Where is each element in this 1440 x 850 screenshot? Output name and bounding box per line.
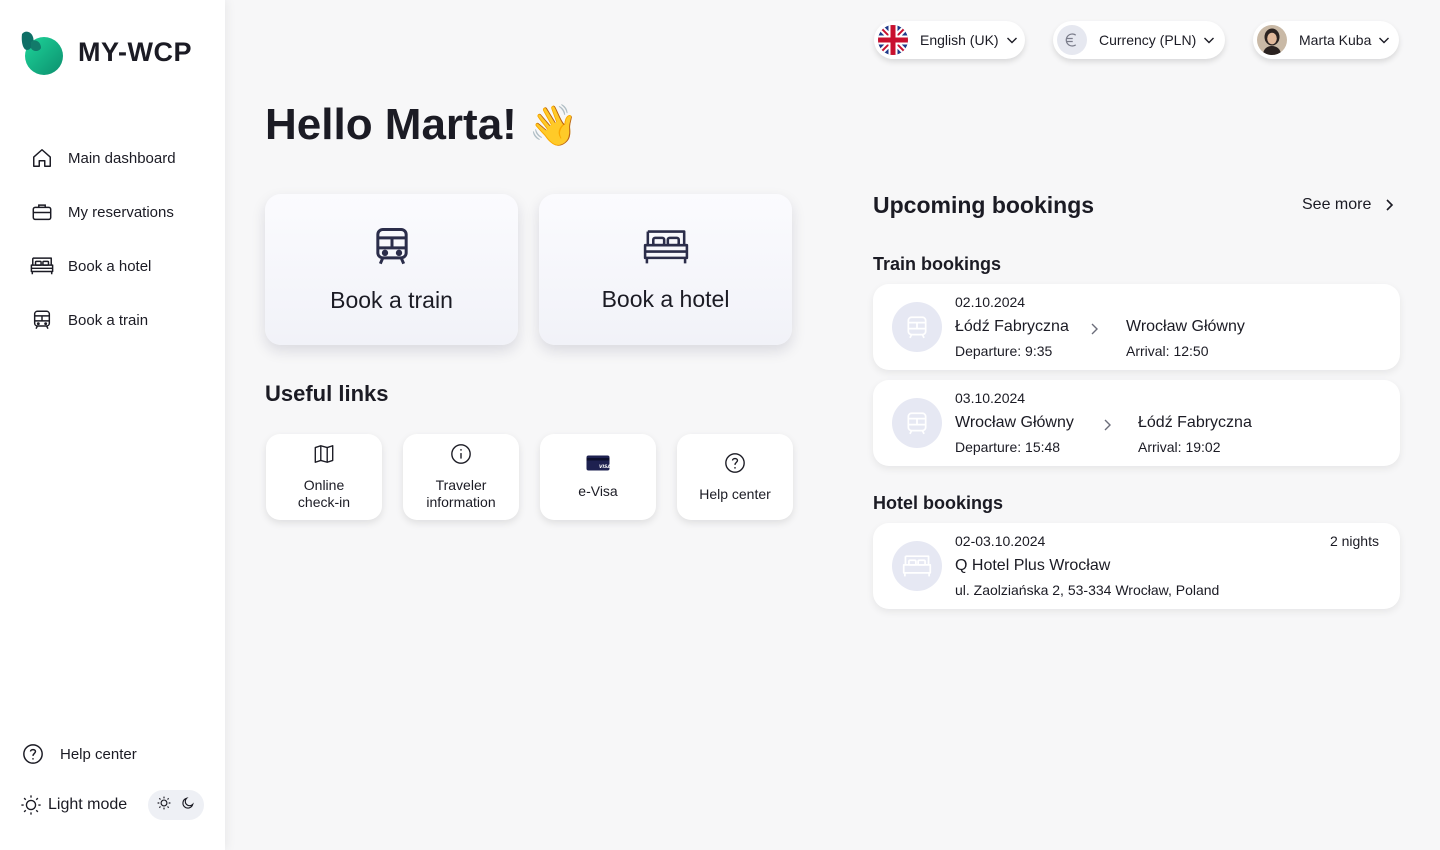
train-avatar-icon: [892, 398, 942, 448]
visa-card-icon: VISA: [586, 455, 611, 475]
see-more-link[interactable]: See more: [1302, 196, 1395, 214]
greeting-text: Hello Marta!: [265, 100, 517, 149]
booking-date: 02.10.2024: [955, 294, 1026, 310]
stay-nights: 2 nights: [1329, 533, 1379, 549]
sidebar-item-book-train[interactable]: Book a train: [30, 300, 176, 340]
online-checkin-link[interactable]: Online check-in: [266, 434, 382, 520]
train-booking-card[interactable]: 02.10.2024 Łódź Fabryczna Departure: 9:3…: [873, 284, 1400, 370]
link-label-line1: Traveler: [435, 477, 487, 493]
bed-icon: [642, 227, 690, 272]
hotel-name: Q Hotel Plus Wrocław: [955, 557, 1111, 574]
hotel-bookings-title: Hotel bookings: [873, 493, 1003, 513]
currency-selector[interactable]: Currency (PLN): [1053, 21, 1225, 59]
wave-emoji: 👋: [528, 103, 579, 148]
sidebar: MY-WCP Main dashboard My reservations Bo…: [0, 0, 225, 850]
help-icon: [22, 743, 44, 765]
svg-text:VISA: VISA: [599, 464, 610, 470]
train-icon: [372, 226, 412, 273]
chevron-right-icon: [1104, 419, 1111, 431]
train-booking-card[interactable]: 03.10.2024 Wrocław Główny Departure: 15:…: [873, 380, 1400, 466]
link-label-line2: information: [426, 494, 496, 510]
chevron-right-icon: [1091, 323, 1098, 335]
hotel-address: ul. Zaolziańska 2, 53-334 Wrocław, Polan…: [955, 582, 1220, 598]
sidebar-item-my-reservations[interactable]: My reservations: [30, 192, 176, 232]
brand-name: MY-WCP: [78, 36, 192, 67]
theme-row: Light mode: [20, 790, 210, 820]
useful-links-title: Useful links: [265, 381, 389, 406]
see-more-label: See more: [1302, 196, 1372, 213]
help-center-link[interactable]: Help center: [677, 434, 793, 520]
user-menu[interactable]: Marta Kuba: [1253, 21, 1399, 59]
sidebar-item-label: Main dashboard: [68, 149, 176, 167]
logo-mark-icon: [19, 28, 65, 76]
sidebar-item-label: My reservations: [68, 203, 174, 221]
sidebar-nav: Main dashboard My reservations Book a ho…: [30, 138, 176, 354]
sidebar-help-center[interactable]: Help center: [22, 743, 202, 765]
moon-icon[interactable]: [181, 796, 195, 815]
sidebar-item-label: Book a hotel: [68, 257, 152, 275]
chevron-down-icon: [1006, 37, 1017, 44]
help-center-label: Help center: [60, 745, 137, 763]
book-hotel-label: Book a hotel: [601, 285, 730, 312]
chevron-right-icon: [1386, 199, 1394, 211]
currency-label: Currency (PLN): [1099, 32, 1197, 48]
bed-icon: [30, 254, 54, 278]
briefcase-icon: [30, 200, 54, 224]
info-icon: [450, 443, 472, 469]
theme-mode-label: Light mode: [48, 796, 128, 813]
departure-time: Departure: 15:48: [955, 439, 1061, 455]
book-hotel-card[interactable]: Book a hotel: [539, 194, 792, 345]
link-label-line1: Online: [303, 477, 345, 493]
hotel-avatar-icon: [892, 541, 942, 591]
upcoming-bookings-title: Upcoming bookings: [873, 192, 1095, 218]
arrival-time: Arrival: 12:50: [1126, 343, 1209, 359]
page-title: Hello Marta! 👋: [265, 100, 579, 150]
departure-station: Łódź Fabryczna: [955, 318, 1069, 335]
e-visa-link[interactable]: VISA e-Visa: [540, 434, 656, 520]
euro-icon: [1057, 25, 1087, 55]
sidebar-item-main-dashboard[interactable]: Main dashboard: [30, 138, 176, 178]
theme-toggle[interactable]: [148, 790, 205, 820]
hotel-booking-card[interactable]: 02-03.10.2024 2 nights Q Hotel Plus Wroc…: [873, 523, 1400, 609]
sidebar-item-label: Book a train: [68, 311, 149, 329]
departure-station: Wrocław Główny: [955, 414, 1074, 431]
avatar: [1257, 25, 1287, 55]
arrival-time: Arrival: 19:02: [1138, 439, 1221, 455]
brand-logo[interactable]: MY-WCP: [19, 28, 192, 76]
book-train-card[interactable]: Book a train: [265, 194, 518, 345]
link-label-line1: Help center: [699, 485, 771, 502]
train-avatar-icon: [892, 302, 942, 352]
home-icon: [30, 146, 54, 170]
help-icon: [724, 452, 746, 478]
language-label: English (UK): [920, 32, 999, 48]
link-label-line1: e-Visa: [578, 482, 618, 499]
user-name: Marta Kuba: [1299, 32, 1372, 48]
sidebar-item-book-hotel[interactable]: Book a hotel: [30, 246, 176, 286]
chevron-down-icon: [1204, 37, 1215, 44]
departure-time: Departure: 9:35: [955, 343, 1053, 359]
book-train-label: Book a train: [330, 286, 453, 313]
language-selector[interactable]: English (UK): [874, 21, 1025, 59]
chevron-down-icon: [1379, 37, 1390, 44]
map-icon: [313, 443, 335, 469]
train-icon: [30, 308, 54, 332]
booking-date: 03.10.2024: [955, 390, 1026, 406]
traveler-information-link[interactable]: Traveler information: [403, 434, 519, 520]
arrival-station: Łódź Fabryczna: [1138, 414, 1252, 431]
sun-small-icon[interactable]: [157, 796, 171, 815]
link-label-line2: check-in: [297, 494, 351, 510]
train-bookings-title: Train bookings: [873, 254, 1002, 274]
arrival-station: Wrocław Główny: [1126, 318, 1245, 335]
uk-flag-icon: [878, 25, 908, 55]
sun-icon: [20, 794, 42, 816]
stay-dates: 02-03.10.2024: [955, 533, 1046, 549]
